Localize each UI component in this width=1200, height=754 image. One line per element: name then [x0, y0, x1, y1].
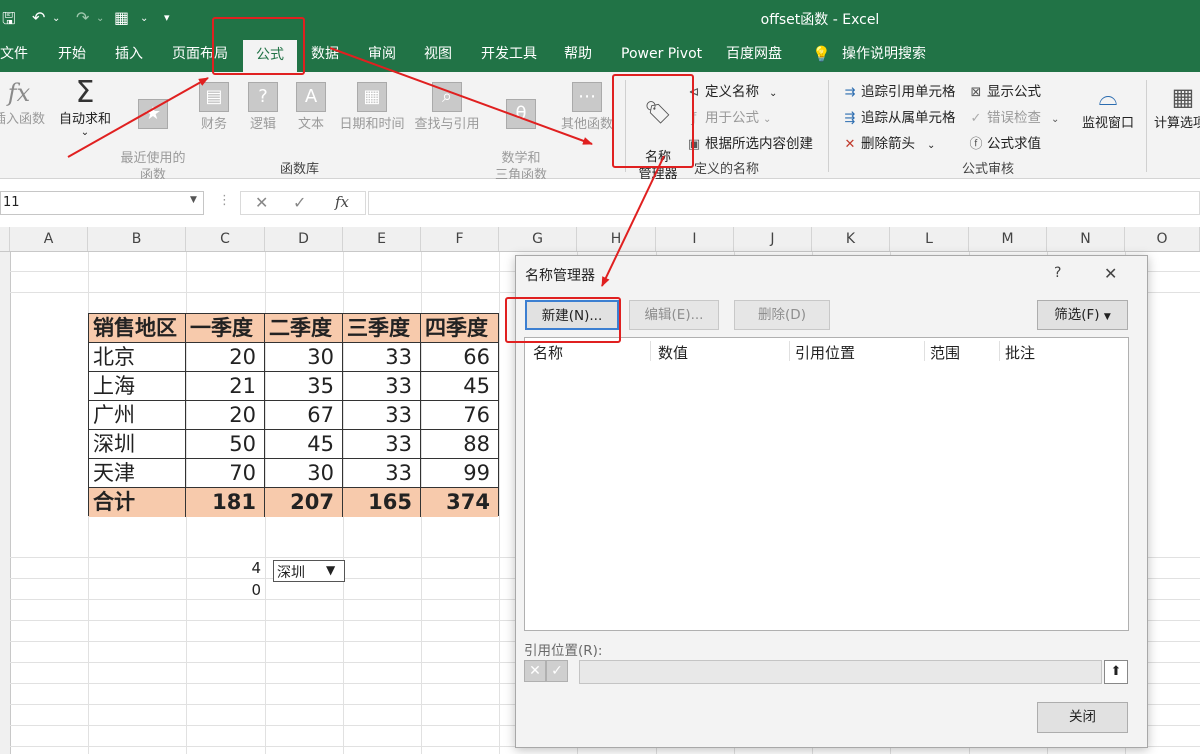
- arrow-to-name-manager: [329, 47, 593, 145]
- arrow-to-new-button: [601, 155, 665, 287]
- annotation-arrows: [67, 47, 665, 287]
- arrow-to-formulas-tab: [67, 77, 209, 158]
